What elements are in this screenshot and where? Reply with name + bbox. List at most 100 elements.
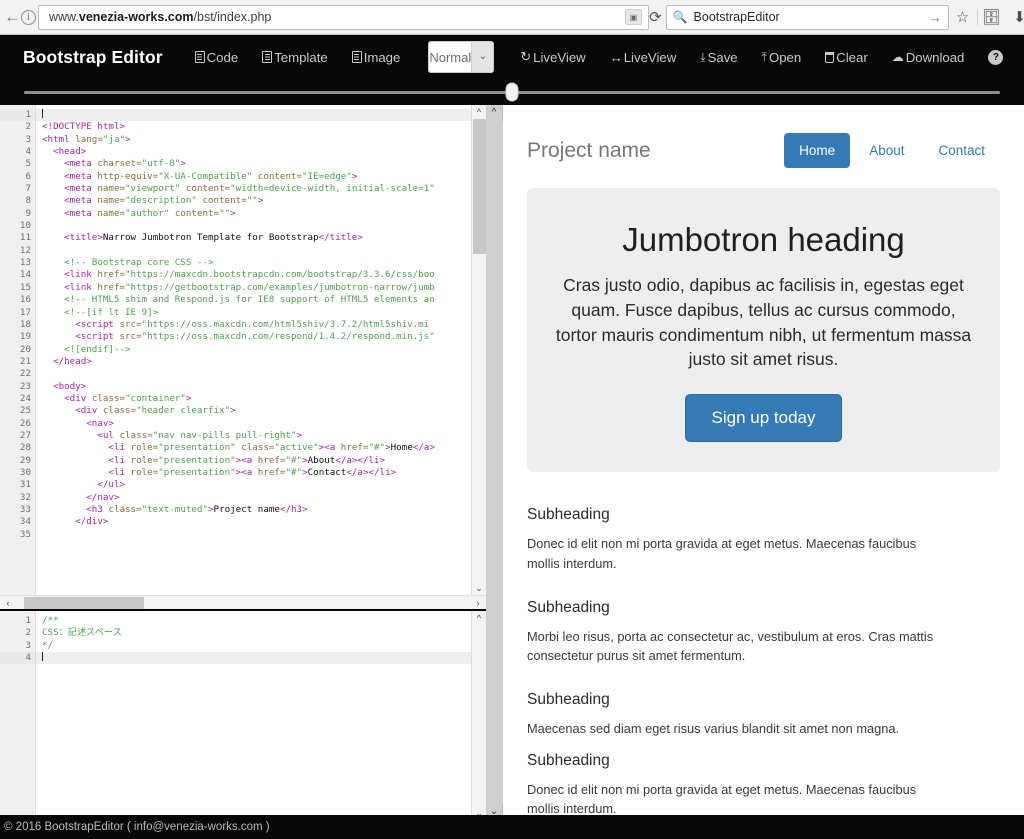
code-token: content= — [252, 170, 303, 182]
code-line[interactable]: <link href="https://getbootstrap.com/exa… — [36, 282, 471, 294]
preview-nav-about[interactable]: About — [854, 133, 919, 168]
code-line[interactable]: <!DOCTYPE html> — [36, 121, 471, 133]
code-line[interactable]: <h3 class="text-muted">Project name</h3> — [36, 504, 471, 516]
app-brand[interactable]: Bootstrap Editor — [23, 47, 163, 68]
code-line[interactable]: <![endif]--> — [36, 344, 471, 356]
code-line[interactable]: <nav> — [36, 418, 471, 430]
liveview-popout-button[interactable]: ↔ LiveView — [610, 50, 677, 65]
pane-split-slider[interactable] — [0, 79, 1024, 105]
nav-item-code[interactable]: Code — [194, 50, 238, 65]
line-number: 21 — [19, 355, 31, 367]
code-line[interactable]: <meta charset="utf-8"> — [36, 158, 471, 170]
code-line[interactable] — [36, 220, 471, 232]
code-token: <!-- HTML5 shim and Respond.js for IE8 s… — [64, 294, 435, 306]
code-line[interactable]: </nav> — [36, 492, 471, 504]
code-line[interactable]: <li role="presentation"><a href="#">Cont… — [36, 467, 471, 479]
code-token: class= — [102, 405, 137, 417]
css-editor-code[interactable]: /** CSS：記述スペース */ — [36, 611, 471, 820]
vscroll-track[interactable] — [472, 119, 486, 581]
translate-icon[interactable]: ▣ — [625, 9, 642, 25]
css-editor-vscrollbar[interactable]: ^ ⌄ — [471, 611, 486, 820]
css-code-editor[interactable]: 1▾234 /**CSS：記述スペース*/ ^ ⌄ — [0, 609, 486, 820]
code-token: </div> — [75, 516, 109, 528]
code-line[interactable]: <div class="container"> — [36, 393, 471, 405]
line-number: 26▾ — [0, 418, 42, 430]
back-button[interactable]: ← — [4, 3, 21, 31]
code-line[interactable]: */ — [36, 640, 471, 652]
library-button[interactable]: 🗄 — [978, 3, 1006, 31]
search-input[interactable]: BootstrapEditor — [694, 10, 929, 24]
code-line[interactable] — [36, 529, 471, 541]
scroll-left-icon[interactable]: ‹ — [0, 598, 16, 608]
search-bar[interactable]: 🔍 BootstrapEditor → — [665, 4, 949, 30]
scroll-right-icon[interactable]: › — [470, 598, 486, 608]
vscroll-thumb[interactable] — [472, 119, 486, 254]
html-editor-vscrollbar[interactable]: ^ ⌄ — [471, 105, 486, 595]
code-line[interactable]: <meta name="viewport" content="width=dev… — [36, 183, 471, 195]
hscroll-track[interactable] — [16, 596, 470, 609]
open-button[interactable]: ⤒ Open — [762, 50, 802, 65]
code-line[interactable]: <meta name="description" content=""> — [36, 195, 471, 207]
html-code-editor[interactable]: 123▾4▾567891011121314151617181920212223▾… — [0, 105, 486, 595]
scroll-down-icon[interactable]: ⌄ — [475, 581, 483, 595]
slider-track[interactable] — [24, 82, 1000, 102]
mode-select[interactable]: Normal ⌄ — [428, 41, 495, 73]
go-arrow-icon[interactable]: → — [929, 10, 942, 25]
code-token: "nav nav-pills pull-right" — [152, 429, 297, 441]
nav-item-image[interactable]: Image — [351, 50, 400, 65]
preview-scroll-track[interactable] — [485, 121, 503, 804]
reload-button[interactable]: ⟳ — [649, 5, 662, 30]
html-editor-hscrollbar[interactable]: ‹ › — [0, 595, 486, 609]
code-token: </nav> — [86, 491, 120, 503]
code-line[interactable]: <head> — [36, 146, 471, 158]
sign-up-button[interactable]: Sign up today — [684, 394, 843, 443]
nav-item-template[interactable]: Template — [262, 50, 328, 65]
code-line[interactable] — [36, 109, 471, 122]
code-line[interactable]: <link href="https://maxcdn.bootstrapcdn.… — [36, 269, 471, 281]
code-line[interactable] — [36, 245, 471, 257]
code-line[interactable]: <ul class="nav nav-pills pull-right"> — [36, 430, 471, 442]
code-line[interactable]: <body> — [36, 381, 471, 393]
preview-vscrollbar[interactable]: ^ ⌄ — [485, 105, 503, 820]
code-line[interactable]: <meta name="author" content=""> — [36, 208, 471, 220]
download-button[interactable]: ☁ Download — [892, 50, 965, 65]
hscroll-thumb[interactable] — [24, 596, 144, 609]
code-line[interactable]: <li role="presentation" class="active"><… — [36, 442, 471, 454]
liveview-refresh-button[interactable]: ↻ LiveView — [520, 49, 585, 65]
code-line[interactable] — [36, 652, 471, 665]
code-token: role= — [130, 454, 159, 466]
vscroll-track[interactable] — [473, 625, 486, 806]
code-line[interactable]: <meta http-equiv="X-UA-Compatible" conte… — [36, 171, 471, 183]
preview-section-body: Morbi leo risus, porta ac consectetur ac… — [527, 628, 934, 663]
scroll-up-icon[interactable]: ^ — [477, 105, 481, 119]
code-line[interactable]: <div class="header clearfix"> — [36, 405, 471, 417]
code-line[interactable]: <!-- Bootstrap core CSS --> — [36, 257, 471, 269]
preview-nav-contact[interactable]: Contact — [923, 133, 1000, 168]
url-bar[interactable]: www.venezia-works.com/bst/index.php ▣ — [38, 4, 649, 30]
code-line[interactable]: </div> — [36, 516, 471, 528]
code-line[interactable]: <!--[if lt IE 9]> — [36, 307, 471, 319]
code-line[interactable]: <li role="presentation"><a href="#">Abou… — [36, 455, 471, 467]
code-line[interactable] — [36, 368, 471, 380]
save-button[interactable]: ⤓ Save — [700, 50, 737, 65]
code-line[interactable]: CSS：記述スペース — [36, 627, 471, 639]
code-token: <body> — [53, 380, 87, 392]
scroll-up-icon[interactable]: ^ — [477, 611, 481, 625]
code-line[interactable]: <title>Narrow Jumbotron Template for Boo… — [36, 232, 471, 244]
code-line[interactable]: <script src="https://oss.maxcdn.com/html… — [36, 319, 471, 331]
help-button[interactable]: ? — [988, 49, 1004, 65]
slider-thumb[interactable] — [505, 82, 519, 102]
code-line[interactable]: /** — [36, 615, 471, 627]
html-editor-code[interactable]: <!DOCTYPE html> <html lang="ja"> <head> <… — [36, 105, 471, 595]
bookmark-button[interactable]: ☆ — [949, 3, 977, 31]
code-line[interactable]: <script src="https://oss.maxcdn.com/resp… — [36, 331, 471, 343]
site-info-button[interactable]: i — [21, 3, 36, 31]
preview-nav-home[interactable]: Home — [784, 133, 851, 168]
downloads-button[interactable]: ⬇ — [1006, 3, 1024, 31]
code-line[interactable]: <html lang="ja"> — [36, 134, 471, 146]
clear-button[interactable]: Clear — [825, 50, 868, 65]
code-line[interactable]: <!-- HTML5 shim and Respond.js for IE8 s… — [36, 294, 471, 306]
scroll-up-icon[interactable]: ^ — [492, 105, 497, 121]
code-line[interactable]: </ul> — [36, 479, 471, 491]
code-line[interactable]: </head> — [36, 356, 471, 368]
